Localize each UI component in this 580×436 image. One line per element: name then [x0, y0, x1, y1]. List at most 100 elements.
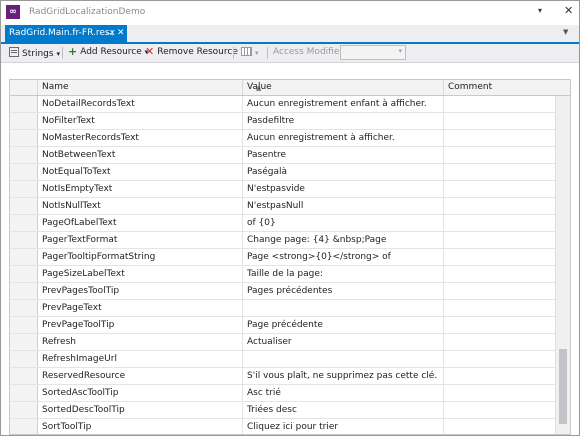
name-cell[interactable]: SortedDescToolTip: [38, 402, 243, 418]
name-cell[interactable]: NoFilterText: [38, 113, 243, 129]
value-cell[interactable]: [243, 300, 444, 316]
value-cell[interactable]: [243, 351, 444, 367]
window-close-icon[interactable]: ✕: [564, 4, 573, 17]
row-selector[interactable]: [10, 266, 38, 282]
row-selector[interactable]: [10, 334, 38, 350]
column-header-name[interactable]: Name ▲: [38, 80, 261, 95]
row-selector[interactable]: [10, 113, 38, 129]
name-cell[interactable]: Refresh: [38, 334, 243, 350]
comment-cell[interactable]: [444, 181, 555, 197]
comment-cell[interactable]: [444, 164, 555, 180]
row-selector[interactable]: [10, 368, 38, 384]
row-selector[interactable]: [10, 130, 38, 146]
table-row[interactable]: NoFilterText Pasdefiltre: [10, 113, 555, 130]
comment-cell[interactable]: [444, 402, 555, 418]
row-selector[interactable]: [10, 402, 38, 418]
comment-cell[interactable]: [444, 419, 555, 434]
column-header-value[interactable]: Value: [243, 80, 444, 95]
comment-cell[interactable]: [444, 113, 555, 129]
value-cell[interactable]: Paségalà: [243, 164, 444, 180]
name-cell[interactable]: NotEqualToText: [38, 164, 243, 180]
comment-cell[interactable]: [444, 147, 555, 163]
name-cell[interactable]: NotBetweenText: [38, 147, 243, 163]
name-cell[interactable]: PageSizeLabelText: [38, 266, 243, 282]
table-row[interactable]: PageOfLabelText of {0}: [10, 215, 555, 232]
table-row[interactable]: NotBetweenText Pasentre: [10, 147, 555, 164]
name-cell[interactable]: NotIsNullText: [38, 198, 243, 214]
table-row[interactable]: ReservedResource S'il vous plaît, ne supp…: [10, 368, 555, 385]
row-selector[interactable]: [10, 385, 38, 401]
value-cell[interactable]: Pasdefiltre: [243, 113, 444, 129]
row-selector[interactable]: [10, 96, 38, 112]
value-cell[interactable]: Change page: {4} &nbsp;Page: [243, 232, 444, 248]
table-row[interactable]: PagerTextFormat Change page: {4} &nbsp;Pa…: [10, 232, 555, 249]
table-row[interactable]: RefreshImageUrl: [10, 351, 555, 368]
row-selector[interactable]: [10, 164, 38, 180]
column-header-comment[interactable]: Comment: [444, 80, 570, 95]
comment-cell[interactable]: [444, 385, 555, 401]
name-cell[interactable]: PrevPageText: [38, 300, 243, 316]
pin-tab-icon[interactable]: ⊣: [106, 25, 113, 42]
row-selector[interactable]: [10, 300, 38, 316]
value-cell[interactable]: Pasentre: [243, 147, 444, 163]
table-row[interactable]: NoDetailRecordsText Aucun enregistrement …: [10, 96, 555, 113]
table-row[interactable]: PrevPageText: [10, 300, 555, 317]
comment-cell[interactable]: [444, 266, 555, 282]
comment-cell[interactable]: [444, 334, 555, 350]
value-cell[interactable]: of {0}: [243, 215, 444, 231]
row-selector[interactable]: [10, 249, 38, 265]
remove-resource-button[interactable]: ✕ Remove Resource: [145, 46, 238, 57]
comment-cell[interactable]: [444, 368, 555, 384]
table-row[interactable]: PrevPageToolTip Page précédente: [10, 317, 555, 334]
table-row[interactable]: Refresh Actualiser: [10, 334, 555, 351]
table-row[interactable]: PageSizeLabelText Taille de la page:: [10, 266, 555, 283]
row-selector[interactable]: [10, 419, 38, 434]
value-cell[interactable]: Triées desc: [243, 402, 444, 418]
value-cell[interactable]: N'estpasNull: [243, 198, 444, 214]
strings-button[interactable]: Strings ▾: [9, 47, 60, 59]
name-cell[interactable]: ReservedResource: [38, 368, 243, 384]
value-cell[interactable]: Page <strong>{0}</strong> of: [243, 249, 444, 265]
access-modifier-select[interactable]: ▾: [340, 45, 406, 60]
comment-cell[interactable]: [444, 130, 555, 146]
comment-cell[interactable]: [444, 198, 555, 214]
scrollbar-thumb[interactable]: [559, 349, 567, 424]
row-selector[interactable]: [10, 215, 38, 231]
value-cell[interactable]: Aucun enregistrement enfant à afficher.: [243, 96, 444, 112]
comment-cell[interactable]: [444, 249, 555, 265]
table-row[interactable]: SortedAscToolTip Asc trié: [10, 385, 555, 402]
name-cell[interactable]: NoMasterRecordsText: [38, 130, 243, 146]
value-cell[interactable]: Pages précédentes: [243, 283, 444, 299]
row-selector[interactable]: [10, 198, 38, 214]
add-resource-button[interactable]: + Add Resource ▾: [68, 46, 148, 57]
name-cell[interactable]: NotIsEmptyText: [38, 181, 243, 197]
value-cell[interactable]: N'estpasvide: [243, 181, 444, 197]
table-row[interactable]: SortToolTip Cliquez ici pour trier: [10, 419, 555, 434]
value-cell[interactable]: Actualiser: [243, 334, 444, 350]
table-row[interactable]: PrevPagesToolTip Pages précédentes: [10, 283, 555, 300]
row-selector[interactable]: [10, 351, 38, 367]
comment-cell[interactable]: [444, 283, 555, 299]
table-row[interactable]: NoMasterRecordsText Aucun enregistrement …: [10, 130, 555, 147]
comment-cell[interactable]: [444, 232, 555, 248]
name-cell[interactable]: SortedAscToolTip: [38, 385, 243, 401]
document-tab[interactable]: RadGrid.Main.fr-FR.resx ⊣ ✕: [5, 25, 127, 42]
tab-list-dropdown-icon[interactable]: ▼: [563, 28, 568, 36]
value-cell[interactable]: Asc trié: [243, 385, 444, 401]
comment-cell[interactable]: [444, 317, 555, 333]
comment-cell[interactable]: [444, 215, 555, 231]
value-cell[interactable]: Page précédente: [243, 317, 444, 333]
name-cell[interactable]: SortToolTip: [38, 419, 243, 434]
table-row[interactable]: NotEqualToText Paségalà: [10, 164, 555, 181]
table-row[interactable]: PagerTooltipFormatString Page <strong>{0}…: [10, 249, 555, 266]
row-selector[interactable]: [10, 317, 38, 333]
name-cell[interactable]: NoDetailRecordsText: [38, 96, 243, 112]
name-cell[interactable]: PagerTextFormat: [38, 232, 243, 248]
name-cell[interactable]: PrevPagesToolTip: [38, 283, 243, 299]
comment-cell[interactable]: [444, 300, 555, 316]
row-selector[interactable]: [10, 181, 38, 197]
name-cell[interactable]: RefreshImageUrl: [38, 351, 243, 367]
row-selector[interactable]: [10, 283, 38, 299]
name-cell[interactable]: PrevPageToolTip: [38, 317, 243, 333]
table-row[interactable]: SortedDescToolTip Triées desc: [10, 402, 555, 419]
